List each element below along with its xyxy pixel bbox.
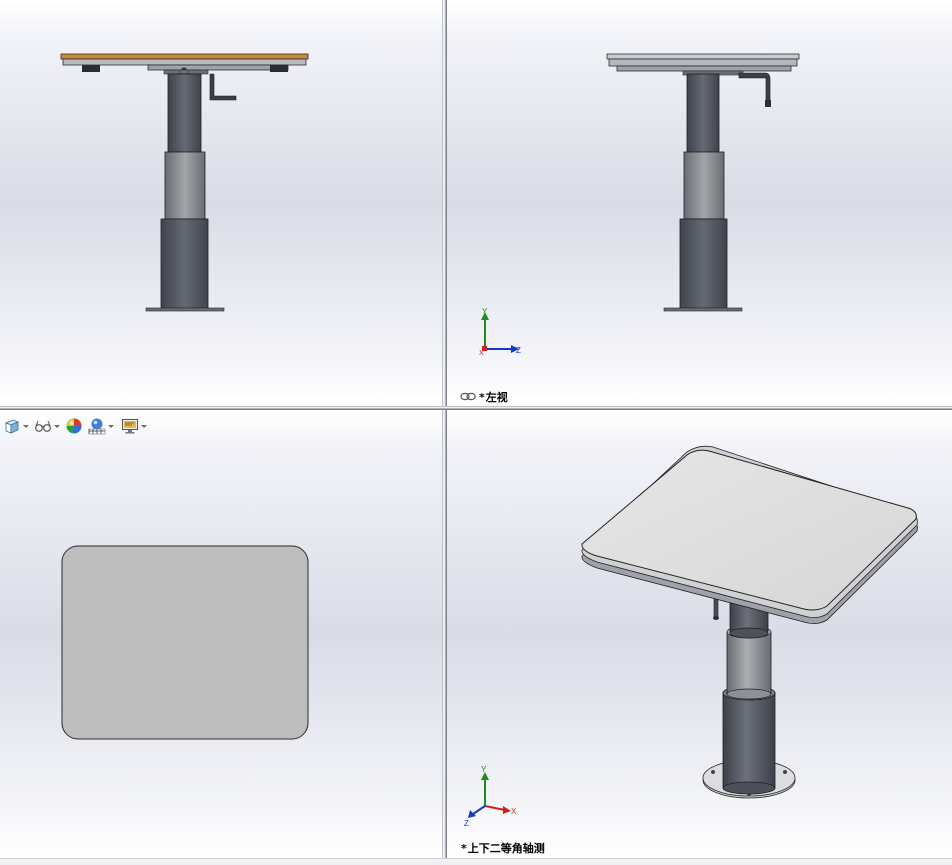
svg-text:X: X [511, 807, 517, 816]
svg-text:Y: Y [481, 765, 487, 774]
foot-left [82, 65, 100, 72]
column-lower [722, 692, 776, 789]
tabletop-edge [606, 53, 800, 60]
tabletop-plate [61, 545, 309, 740]
tabletop-surface [581, 449, 917, 611]
coordinate-triad: Y X Z [464, 765, 517, 828]
top-view-model [61, 545, 309, 740]
column-upper [686, 73, 720, 153]
coordinate-triad: Y Z X [479, 307, 521, 357]
viewport-front[interactable] [0, 0, 442, 406]
viewport-isometric[interactable]: Y X Z *上下二等角轴测 [447, 410, 952, 858]
link-view-icon [460, 392, 476, 401]
front-view-model [60, 53, 309, 312]
graphics-area-bottom-edge [0, 858, 952, 865]
viewport-top[interactable] [0, 410, 442, 858]
svg-text:Y: Y [482, 307, 488, 316]
base-plate [145, 307, 225, 312]
column-mid [164, 151, 206, 220]
frame-rail [147, 64, 289, 71]
tabletop-edge [60, 53, 309, 60]
foot-right [270, 65, 288, 72]
base-plate [663, 307, 743, 312]
view-name-label[interactable]: *上下二等角轴测 [461, 840, 545, 856]
crank-handle [738, 72, 771, 105]
view-name-label[interactable]: *左视 [460, 389, 508, 405]
column-lower [160, 218, 209, 310]
svg-text:X: X [479, 350, 484, 357]
column-upper [167, 73, 202, 153]
column-mid [726, 631, 772, 695]
viewport-vertical-splitter[interactable] [442, 0, 447, 858]
svg-text:Z: Z [516, 346, 521, 355]
crank-arm [209, 73, 237, 101]
column-lower [679, 218, 728, 310]
svg-text:Z: Z [464, 819, 469, 828]
tabletop-frame [608, 58, 798, 67]
viewport-horizontal-splitter[interactable] [0, 406, 952, 410]
tabletop-frame [62, 58, 307, 66]
viewport-left[interactable]: Y Z X *左视 [447, 0, 952, 406]
frame-rail [616, 65, 792, 72]
column-mid [683, 151, 725, 220]
